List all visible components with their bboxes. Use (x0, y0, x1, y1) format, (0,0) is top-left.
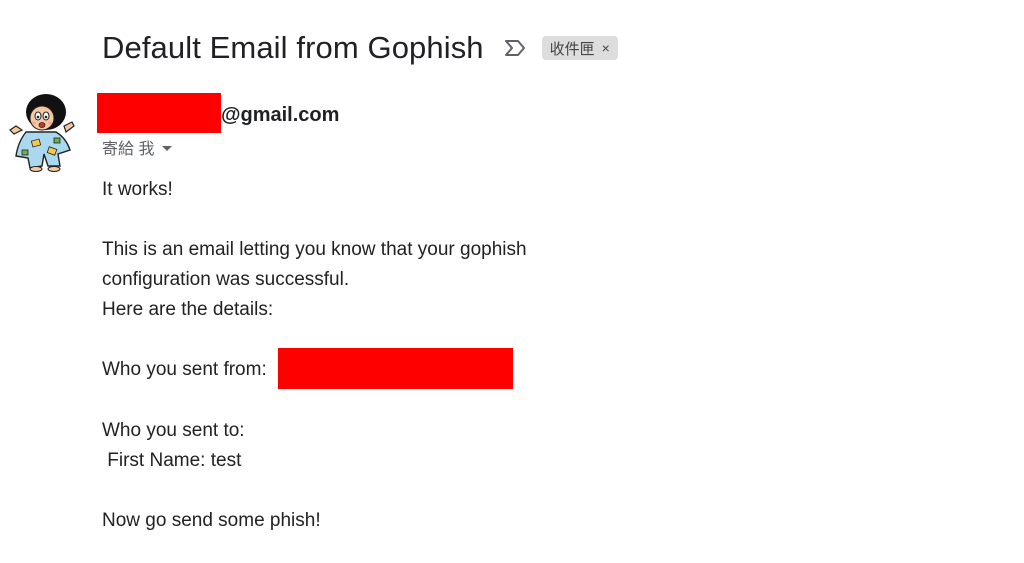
redacted-sender-name (97, 93, 221, 133)
recipient-details-toggle[interactable]: 寄給 我 (102, 135, 173, 159)
body-line-8: Now go send some phish! (102, 510, 321, 531)
sender-row: @gmail.com (97, 93, 339, 133)
importance-marker-icon[interactable] (502, 37, 528, 59)
body-line-3: configuration was successful. (102, 269, 350, 290)
body-line-2: This is an email letting you know that y… (102, 239, 527, 260)
remove-label-icon[interactable]: × (602, 41, 610, 55)
body-line-6: Who you sent to: (102, 420, 245, 441)
inbox-label-chip[interactable]: 收件匣 × (541, 36, 618, 60)
body-line-1: It works! (102, 179, 173, 200)
caret-down-icon[interactable] (162, 145, 173, 151)
avatar[interactable] (8, 92, 76, 172)
body-line-5: Who you sent from: (102, 359, 267, 380)
body-line-4: Here are the details: (102, 299, 274, 320)
to-line-text: 寄給 我 (102, 141, 155, 158)
redacted-from-address (278, 348, 513, 389)
inbox-label-text: 收件匣 (549, 40, 595, 58)
email-subject: Default Email from Gophish (102, 30, 484, 65)
sender-email-domain[interactable]: @gmail.com (221, 104, 339, 127)
subject-row: Default Email from Gophish 收件匣 × (102, 26, 618, 70)
body-line-7: First Name: test (102, 450, 242, 471)
email-view: Default Email from Gophish 收件匣 × @gmail.… (0, 0, 1024, 563)
